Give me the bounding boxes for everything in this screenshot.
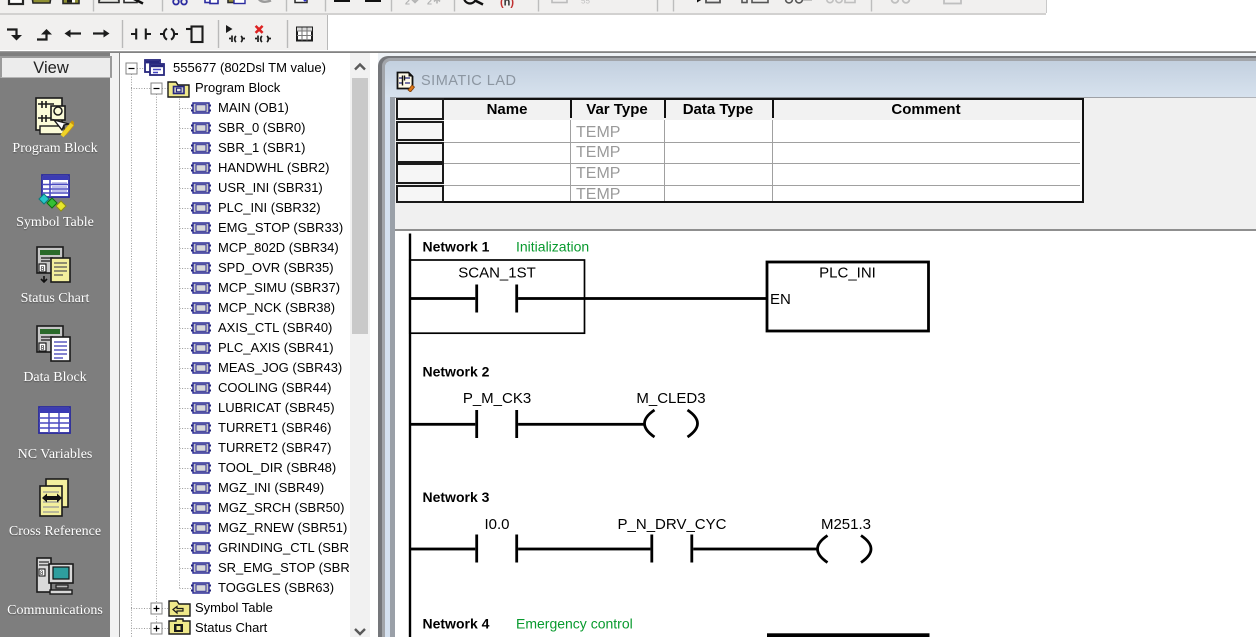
svg-text:P_N_DRV_CYC: P_N_DRV_CYC (617, 515, 726, 532)
svg-text:M_CLED3: M_CLED3 (636, 390, 705, 407)
svg-text:8: 8 (41, 266, 45, 273)
svg-text:55: 55 (581, 0, 590, 6)
svg-text:PLC_INI: PLC_INI (819, 264, 876, 281)
svg-text:(n): (n) (500, 0, 514, 9)
svg-text:2: 2 (405, 0, 410, 7)
svg-text:M251.3: M251.3 (820, 515, 870, 532)
svg-text:P_M_CK3: P_M_CK3 (462, 390, 530, 407)
svg-text:Network 2: Network 2 (422, 363, 489, 379)
svg-text:I0.0: I0.0 (484, 515, 509, 532)
svg-text:SCAN_1ST: SCAN_1ST (458, 264, 536, 281)
svg-text:Initialization: Initialization (516, 238, 589, 254)
svg-text:2: 2 (427, 0, 432, 7)
svg-text:Network 4: Network 4 (422, 615, 489, 631)
svg-text:8: 8 (41, 345, 45, 352)
svg-text:Emergency control: Emergency control (516, 615, 633, 631)
svg-text:Network 3: Network 3 (422, 489, 489, 505)
svg-text:EN: EN (770, 290, 791, 307)
svg-text:Network 1: Network 1 (422, 238, 489, 254)
